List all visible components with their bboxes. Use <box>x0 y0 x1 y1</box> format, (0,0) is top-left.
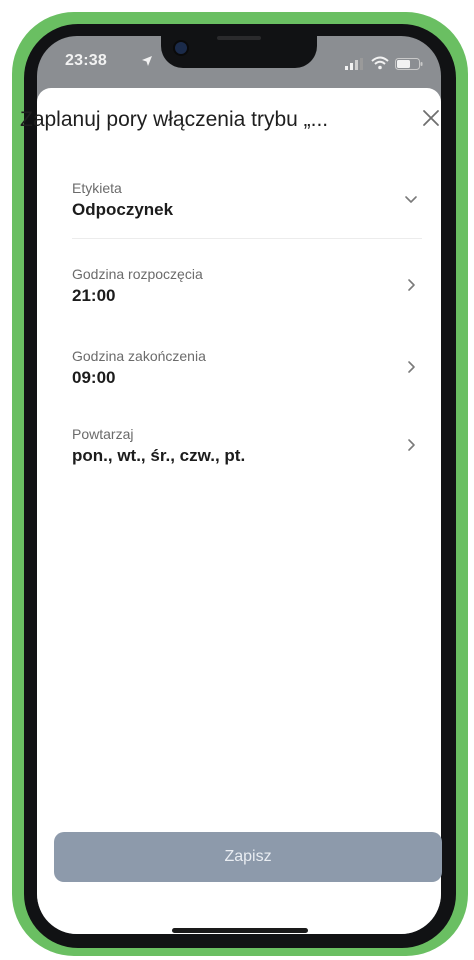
field-repeat-caption: Powtarzaj <box>72 426 134 442</box>
save-button[interactable]: Zapisz <box>54 832 442 882</box>
home-indicator <box>172 928 308 933</box>
battery-icon <box>395 58 423 70</box>
status-bar: 23:38 <box>37 36 441 88</box>
chevron-down-icon <box>405 196 417 203</box>
field-start-time-value: 21:00 <box>72 286 116 305</box>
field-label-value: Odpoczynek <box>72 200 174 219</box>
close-icon[interactable] <box>422 109 440 127</box>
phone-screen: 23:38 <box>37 36 441 934</box>
field-label-caption: Etykieta <box>72 180 122 196</box>
chevron-right-icon <box>408 279 415 291</box>
location-arrow-icon <box>142 56 152 66</box>
field-end-time-value: 09:00 <box>72 368 116 387</box>
cellular-signal-icon <box>345 58 363 70</box>
field-start-time[interactable]: Godzina rozpoczęcia 21:00 <box>72 266 422 314</box>
field-end-time-caption: Godzina zakończenia <box>72 348 206 364</box>
field-end-time[interactable]: Godzina zakończenia 09:00 <box>72 348 422 396</box>
chevron-right-icon <box>408 439 415 451</box>
field-label-select[interactable]: Etykieta Odpoczynek <box>72 180 422 228</box>
field-repeat-value: pon., wt., śr., czw., pt. <box>72 446 246 465</box>
sheet-title: Zaplanuj pory włączenia trybu „... <box>20 108 329 131</box>
status-time: 23:38 <box>65 52 107 69</box>
front-camera <box>175 42 187 54</box>
earpiece-speaker <box>217 36 261 40</box>
notch <box>161 36 317 68</box>
field-divider <box>72 238 422 239</box>
wifi-icon <box>371 56 389 70</box>
chevron-right-icon <box>408 361 415 373</box>
field-start-time-caption: Godzina rozpoczęcia <box>72 266 203 282</box>
field-repeat[interactable]: Powtarzaj pon., wt., śr., czw., pt. <box>72 426 422 474</box>
